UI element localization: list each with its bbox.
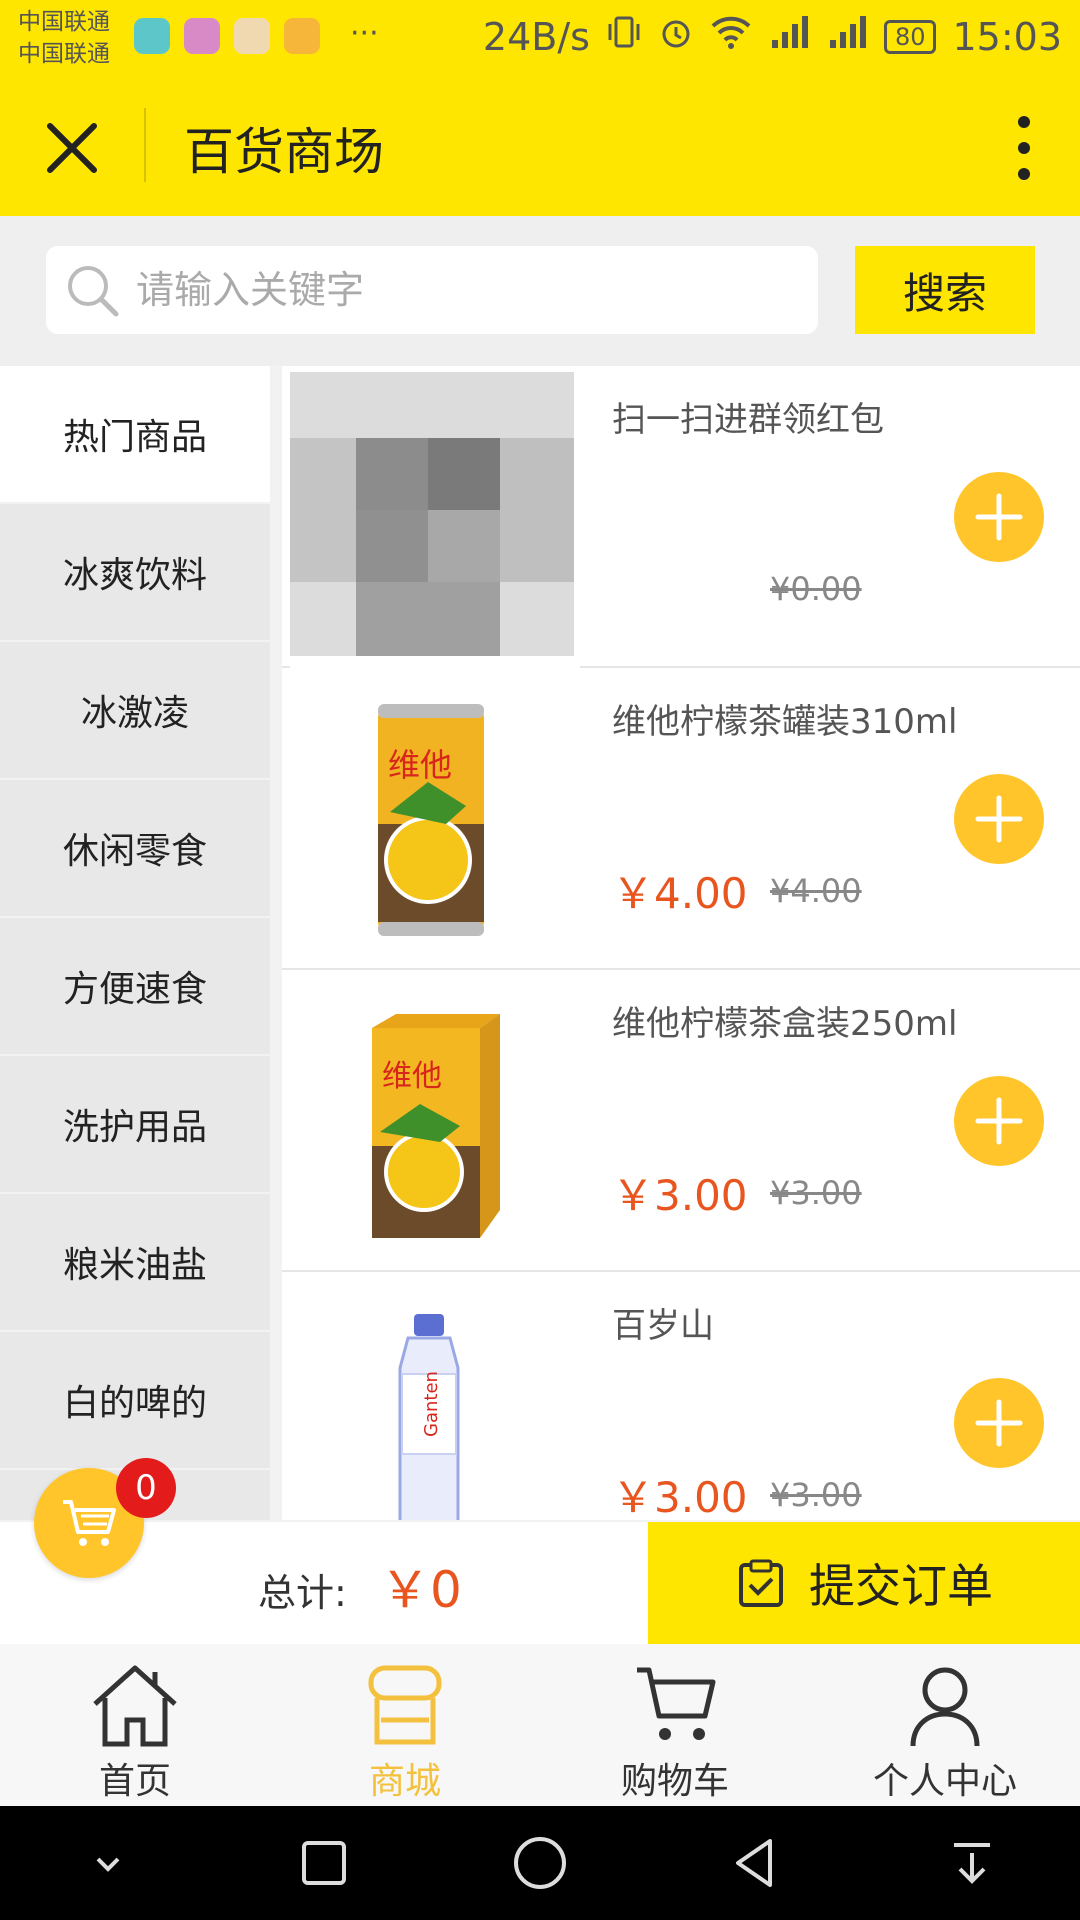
recent-apps-icon[interactable] (292, 1831, 356, 1895)
chevron-down-icon[interactable] (76, 1831, 140, 1895)
submit-order-label: 提交订单 (809, 1559, 993, 1613)
tab-mall[interactable]: 商城 (270, 1644, 540, 1806)
carrier-info: 中国联通 中国联通 (18, 6, 110, 70)
status-right: 24B/s 80 15:03 (483, 14, 1062, 59)
svg-text:维他: 维他 (388, 746, 452, 784)
wifi-icon (710, 14, 752, 59)
tab-label: 个人中心 (872, 1761, 1017, 1802)
product-name: 维他柠檬茶盒装250ml (612, 1004, 958, 1044)
product-name: 维他柠檬茶罐装310ml (612, 702, 958, 742)
product-list: 扫一扫进群领红包 ¥0.00 维他 维他柠檬茶罐装310ml ￥4.00 ¥4.… (282, 366, 1080, 1520)
plus-icon (975, 1399, 1023, 1447)
add-to-cart-button[interactable] (954, 1378, 1044, 1468)
clipboard-check-icon (739, 1559, 783, 1607)
tab-label: 首页 (98, 1761, 171, 1802)
tab-profile[interactable]: 个人中心 (810, 1644, 1080, 1806)
more-menu-button[interactable] (1004, 112, 1044, 184)
bottom-tab-bar: 首页 商城 购物车 个人中心 (0, 1644, 1080, 1806)
tab-label: 购物车 (620, 1761, 729, 1802)
back-icon[interactable] (724, 1831, 788, 1895)
category-item[interactable]: 白的啤的 (0, 1332, 270, 1468)
gallery-app-icon (184, 18, 220, 54)
notification-pull-icon[interactable] (940, 1831, 1004, 1895)
product-original-price: ¥3.00 (770, 1174, 862, 1212)
plus-icon (975, 493, 1023, 541)
search-box[interactable] (46, 246, 818, 334)
tab-label: 商城 (368, 1761, 441, 1802)
video-app-icon (234, 18, 270, 54)
water-bottle-image: Ganten (290, 1278, 572, 1520)
signal-2g-icon (768, 14, 810, 59)
svg-text:Ganten: Ganten (421, 1371, 442, 1437)
add-to-cart-button[interactable] (954, 472, 1044, 562)
more-notifications-icon: ··· (350, 16, 379, 51)
system-nav-bar (0, 1806, 1080, 1920)
product-price: ￥4.00 (612, 869, 748, 918)
more-vertical-icon (1018, 116, 1030, 180)
product-item[interactable]: 扫一扫进群领红包 ¥0.00 (282, 366, 1080, 672)
total-label: 总计: (258, 1571, 347, 1615)
plus-icon (975, 795, 1023, 843)
home-circle-icon[interactable] (508, 1831, 572, 1895)
checkout-bar: 总计: ￥0 提交订单 (0, 1522, 1080, 1644)
page-title: 百货商场 (184, 123, 384, 181)
clock: 15:03 (952, 14, 1062, 59)
header-divider (144, 108, 146, 182)
plus-icon (975, 1097, 1023, 1145)
category-sidebar: 热门商品 冰爽饮料 冰激凌 休闲零食 方便速食 洗护用品 粮米油盐 白的啤的 (0, 366, 270, 1520)
add-to-cart-button[interactable] (954, 1076, 1044, 1166)
carrier-2: 中国联通 (18, 41, 110, 67)
search-bar: 搜索 (0, 216, 1080, 366)
product-original-price: ¥3.00 (770, 1476, 862, 1514)
product-item[interactable]: 维他 维他柠檬茶盒装250ml ￥3.00 ¥3.00 (282, 970, 1080, 1272)
category-item[interactable]: 休闲零食 (0, 780, 270, 916)
product-original-price: ¥4.00 (770, 872, 862, 910)
lemon-tea-can-image: 维他 (290, 674, 572, 954)
tab-cart[interactable]: 购物车 (540, 1644, 810, 1806)
category-item[interactable]: 粮米油盐 (0, 1194, 270, 1330)
network-speed: 24B/s (482, 14, 590, 59)
alarm-icon (658, 14, 694, 59)
cart-count-badge: 0 (116, 1458, 176, 1518)
product-price: ￥3.00 (612, 1473, 748, 1520)
close-button[interactable] (40, 116, 104, 180)
category-item[interactable]: 方便速食 (0, 918, 270, 1054)
tab-home[interactable]: 首页 (0, 1644, 270, 1806)
notification-icons (134, 18, 320, 54)
submit-order-button[interactable]: 提交订单 (648, 1522, 1080, 1644)
cart-icon (63, 1500, 116, 1546)
product-item[interactable]: Ganten 百岁山 ￥3.00 ¥3.00 (282, 1272, 1080, 1520)
search-button[interactable]: 搜索 (855, 246, 1035, 334)
signal-3g-icon (826, 14, 868, 59)
home-icon (93, 1665, 177, 1747)
product-name: 扫一扫进群领红包 (612, 400, 884, 440)
lemon-tea-box-image: 维他 (290, 976, 572, 1256)
search-input[interactable] (134, 267, 778, 313)
shopping-cart-icon (637, 1667, 716, 1740)
category-item[interactable]: 冰激凌 (0, 642, 270, 778)
carrier-1: 中国联通 (18, 9, 110, 35)
user-icon (910, 1667, 980, 1747)
total-value: ￥0 (380, 1561, 462, 1619)
svg-text:维他: 维他 (382, 1059, 442, 1094)
add-to-cart-button[interactable] (954, 774, 1044, 864)
category-item[interactable]: 热门商品 (0, 366, 270, 502)
store-icon (368, 1665, 442, 1745)
search-icon (68, 266, 119, 317)
battery-indicator: 80 (883, 19, 937, 54)
category-item[interactable]: 洗护用品 (0, 1056, 270, 1192)
product-item[interactable]: 维他 维他柠檬茶罐装310ml ￥4.00 ¥4.00 (282, 668, 1080, 970)
product-price: ￥3.00 (612, 1171, 748, 1220)
qr-code-image (282, 366, 580, 672)
product-original-price: ¥0.00 (770, 570, 862, 608)
status-bar: 中国联通 中国联通 ··· 24B/s 80 15:03 (0, 0, 1080, 76)
vibrate-icon (606, 14, 642, 59)
hand-app-icon (284, 18, 320, 54)
app-header: 百货商场 (0, 76, 1080, 216)
product-name: 百岁山 (612, 1306, 714, 1346)
health-app-icon (134, 18, 170, 54)
close-icon (47, 123, 97, 173)
category-item[interactable]: 冰爽饮料 (0, 504, 270, 640)
